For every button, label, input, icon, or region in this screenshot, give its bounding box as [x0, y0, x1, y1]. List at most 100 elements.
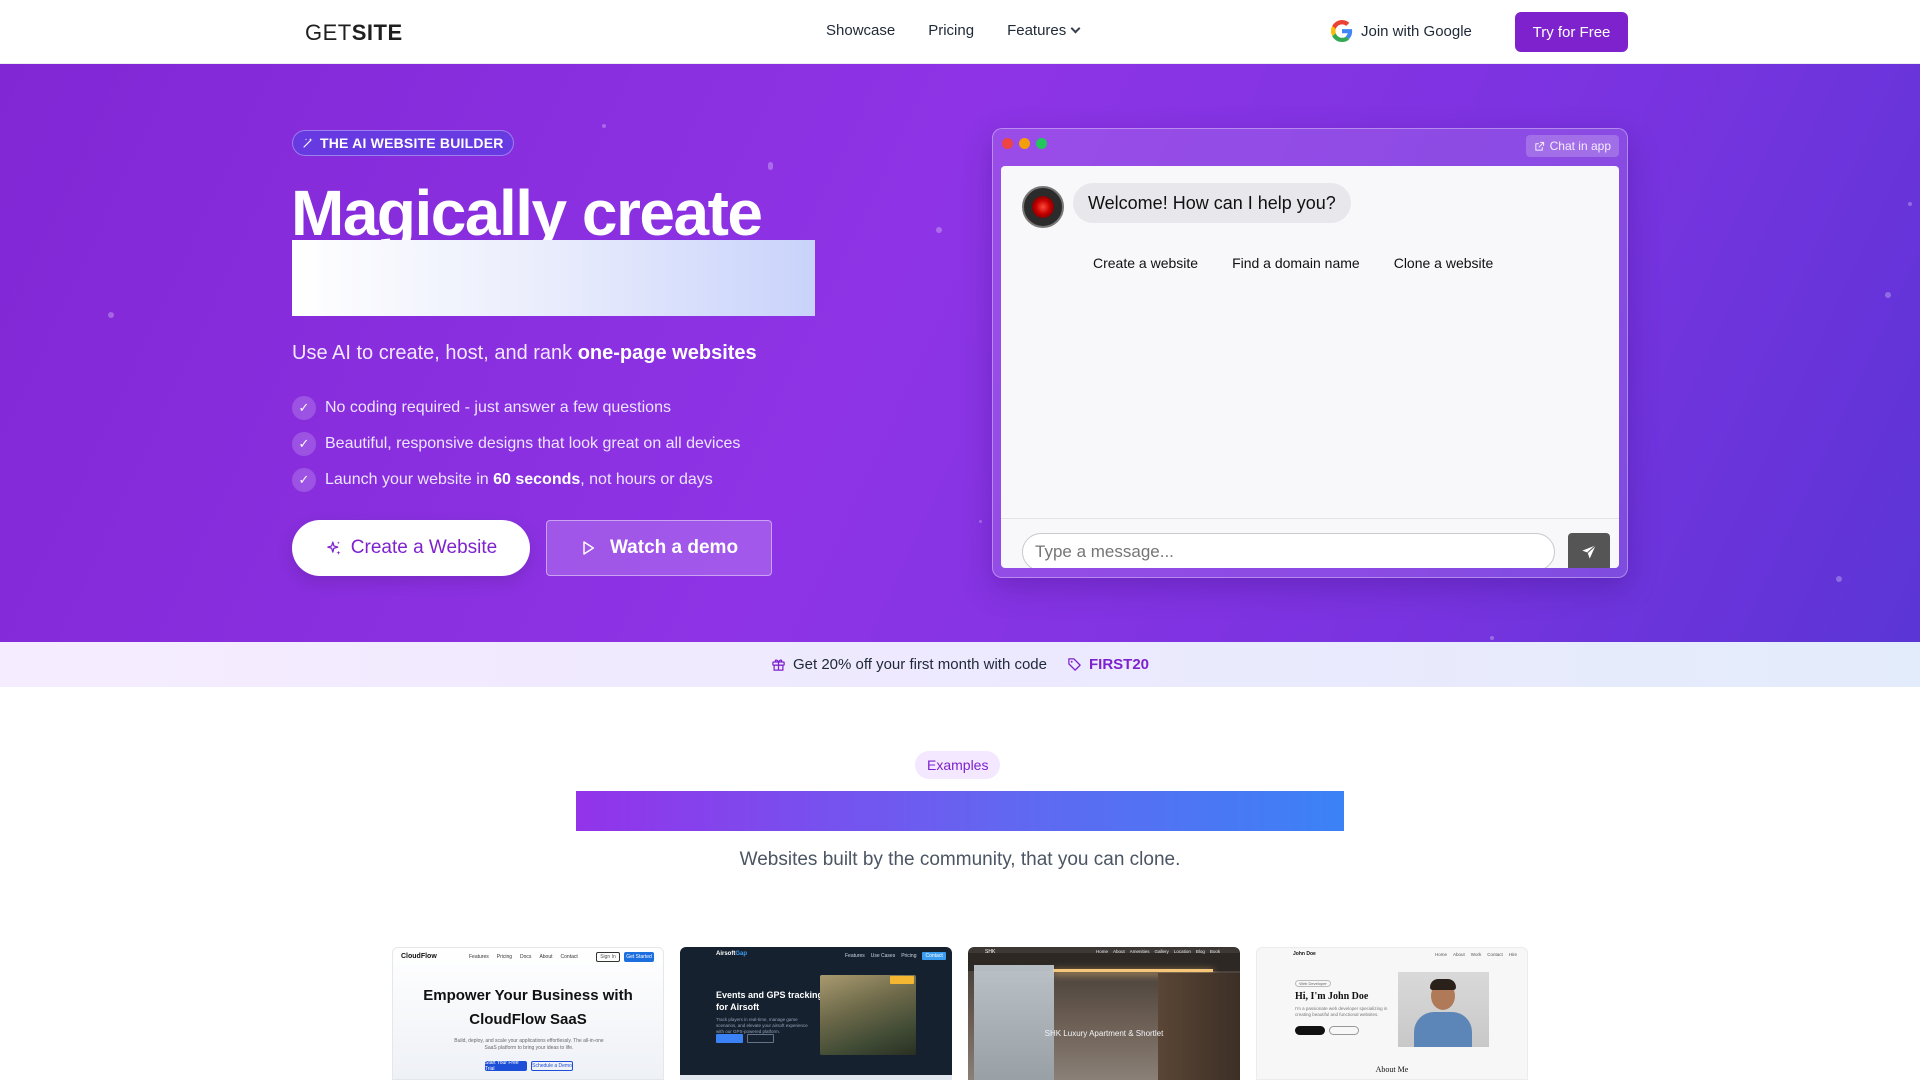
check-icon: ✓: [292, 468, 316, 492]
card-link: Use Cases: [870, 953, 896, 959]
card-soldier-image: [820, 975, 916, 1055]
logo[interactable]: GETSITE: [305, 20, 403, 46]
card-link: About: [1453, 952, 1465, 957]
card-bottom-strip: [680, 1075, 952, 1080]
card-link: Blog: [1195, 949, 1205, 954]
checklist-item: ✓ No coding required - just answer a few…: [292, 390, 740, 426]
checklist-item-label: Launch your website in 60 seconds, not h…: [325, 471, 713, 489]
card-link: Docs: [520, 954, 532, 960]
card-portrait-photo: [1398, 972, 1489, 1047]
card-link: Book: [1209, 949, 1221, 954]
card-links: Features Use Cases Pricing Contact: [845, 952, 946, 960]
card-logo: SHK: [985, 949, 996, 955]
decor-dot: [602, 124, 606, 128]
chat-suggestions: Create a website Find a domain name Clon…: [1093, 255, 1493, 271]
portrait-body: [1414, 1012, 1472, 1047]
card-logo-a: Airsoft: [716, 951, 736, 957]
decor-dot: [1836, 576, 1842, 582]
example-card-shk[interactable]: SHK Home About Amenities Gallery Locatio…: [968, 947, 1240, 1080]
portrait-hair: [1430, 979, 1456, 990]
join-with-google-button[interactable]: Join with Google: [1331, 20, 1472, 42]
card-text: I'm a passionate web developer specializ…: [1295, 1006, 1388, 1017]
example-card-cloudflow[interactable]: CloudFlow Features Pricing Docs About Co…: [392, 947, 664, 1080]
card-link: Gallery: [1154, 949, 1169, 954]
ai-builder-badge: THE AI WEBSITE BUILDER: [292, 130, 514, 156]
card-links: Home About Amenities Gallery Location Bl…: [1096, 949, 1220, 954]
checklist-item-suffix: , not hours or days: [580, 471, 713, 488]
decor-dot: [1490, 636, 1494, 640]
card-cta-secondary: [1329, 1026, 1359, 1035]
external-link-icon: [1534, 141, 1544, 151]
card-cta-secondary: [747, 1034, 774, 1043]
card-link: Contact: [560, 954, 578, 960]
card-text: Track players in real-time, manage game …: [716, 1017, 808, 1034]
card-link: Home: [1435, 952, 1448, 957]
top-navbar: GETSITE Showcase Pricing Features Join w…: [0, 0, 1920, 64]
hero-title: Magically create: [291, 177, 763, 249]
logo-bold: SITE: [351, 20, 403, 45]
window-minimize-dot: [1019, 138, 1030, 149]
nav-link-features[interactable]: Features: [1007, 22, 1081, 39]
card-link: Work: [1470, 952, 1482, 957]
card-window-image: [974, 965, 1054, 1080]
example-card-john-doe[interactable]: John Doe Home About Work Contact Hire We…: [1256, 947, 1528, 1080]
chat-window: Chat in app Welcome! How can I help you?…: [992, 128, 1628, 578]
card-links: Features Pricing Docs About Contact: [469, 954, 578, 960]
join-with-google-label: Join with Google: [1361, 22, 1472, 40]
play-icon: [583, 541, 595, 555]
hal-eye-icon: [1032, 196, 1054, 218]
example-card-airsoft[interactable]: AirsoftGap Features Use Cases Pricing Co…: [680, 947, 952, 1080]
card-title: Empower Your Business with CloudFlow Saa…: [423, 987, 633, 1028]
nav-link-pricing[interactable]: Pricing: [928, 22, 974, 39]
tag-icon: [1068, 658, 1081, 671]
chat-in-app-button[interactable]: Chat in app: [1525, 135, 1619, 157]
card-cta-secondary: Schedule a Demo: [531, 1061, 573, 1071]
nav-links: Showcase Pricing Features: [826, 22, 1081, 39]
card-text: Build, deploy, and scale your applicatio…: [454, 1038, 604, 1051]
card-cta-primary: [716, 1034, 743, 1043]
logo-light: GET: [305, 20, 352, 45]
chat-input-bar: [1001, 518, 1619, 568]
card-get-started-button: Get Started: [624, 952, 654, 962]
card-links: Home About Work Contact Hire: [1435, 952, 1517, 957]
nav-link-showcase[interactable]: Showcase: [826, 22, 895, 39]
try-for-free-button[interactable]: Try for Free: [1515, 12, 1628, 52]
hero-section: THE AI WEBSITE BUILDER Magically create …: [0, 64, 1920, 642]
google-icon: [1331, 20, 1353, 42]
suggestion-clone-website[interactable]: Clone a website: [1394, 255, 1494, 271]
message-input[interactable]: [1022, 533, 1555, 568]
chevron-down-icon: [1070, 23, 1081, 34]
decor-dot: [1908, 202, 1912, 206]
feature-checklist: ✓ No coding required - just answer a few…: [292, 390, 740, 498]
card-signin-button: Sign In: [596, 952, 620, 962]
card-title: Hi, I'm John Doe: [1295, 991, 1369, 1002]
card-image-tag: [890, 976, 914, 984]
card-link: Home: [1096, 949, 1109, 954]
card-link: About: [1113, 949, 1125, 954]
create-website-button[interactable]: Create a Website: [292, 520, 530, 576]
promo-code[interactable]: FIRST20: [1089, 656, 1149, 673]
card-logo-b: Gap: [735, 951, 748, 957]
card-link: Features: [845, 953, 865, 959]
card-link: Hire: [1508, 952, 1517, 957]
examples-badge: Examples: [915, 751, 1001, 779]
chat-panel: Welcome! How can I help you? Create a we…: [1001, 166, 1619, 568]
promo-bar: Get 20% off your first month with code F…: [0, 642, 1920, 687]
examples-subtitle: Websites built by the community, that yo…: [739, 849, 1181, 870]
card-caption: SHK Luxury Apartment & Shortlet: [1044, 1029, 1164, 1038]
suggestion-find-domain[interactable]: Find a domain name: [1232, 255, 1360, 271]
decor-dot: [108, 312, 114, 318]
card-logo: John Doe: [1293, 951, 1316, 957]
watch-demo-button[interactable]: Watch a demo: [546, 520, 772, 576]
decor-dot: [1885, 292, 1891, 298]
window-maximize-dot: [1036, 138, 1047, 149]
watch-demo-label: Watch a demo: [609, 537, 739, 558]
card-wood-panel: [1158, 973, 1240, 1080]
card-logo: CloudFlow: [401, 953, 437, 960]
card-link: Features: [469, 954, 489, 960]
decor-dot: [979, 520, 982, 523]
suggestion-create-website[interactable]: Create a website: [1093, 255, 1198, 271]
assistant-avatar: [1022, 186, 1064, 228]
checklist-item: ✓ Launch your website in 60 seconds, not…: [292, 462, 740, 498]
send-button[interactable]: [1568, 533, 1610, 568]
